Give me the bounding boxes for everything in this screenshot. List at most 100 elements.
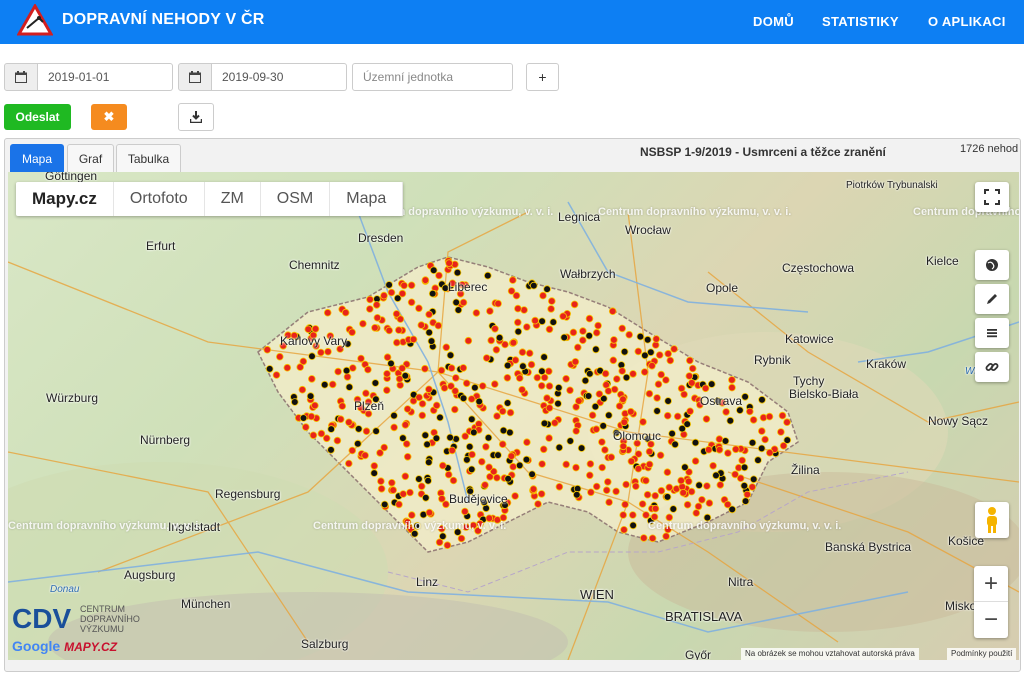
- accident-marker[interactable]: [685, 372, 694, 380]
- accident-marker[interactable]: [401, 372, 410, 380]
- accident-marker[interactable]: [571, 358, 580, 366]
- accident-marker[interactable]: [622, 480, 630, 489]
- accident-marker[interactable]: [482, 354, 491, 362]
- accident-marker[interactable]: [465, 442, 474, 451]
- accident-marker[interactable]: [486, 307, 494, 315]
- accident-marker[interactable]: [741, 497, 750, 505]
- accident-marker[interactable]: [538, 317, 546, 326]
- accident-marker[interactable]: [574, 397, 583, 405]
- accident-marker[interactable]: [454, 306, 463, 314]
- accident-marker[interactable]: [366, 295, 374, 304]
- accident-marker[interactable]: [652, 335, 661, 343]
- accident-marker[interactable]: [425, 508, 434, 517]
- accident-marker[interactable]: [298, 385, 307, 394]
- accident-marker[interactable]: [662, 532, 670, 541]
- accident-marker[interactable]: [390, 411, 398, 420]
- accident-marker[interactable]: [609, 356, 618, 365]
- accident-marker[interactable]: [639, 418, 647, 426]
- accident-marker[interactable]: [341, 308, 350, 317]
- accident-marker[interactable]: [545, 404, 554, 412]
- accident-marker[interactable]: [385, 281, 393, 289]
- accident-marker[interactable]: [380, 291, 388, 300]
- accident-marker[interactable]: [445, 259, 453, 267]
- accident-marker[interactable]: [495, 333, 504, 342]
- accident-marker[interactable]: [626, 407, 635, 416]
- accident-marker[interactable]: [634, 347, 643, 356]
- accident-marker[interactable]: [577, 444, 586, 452]
- accident-marker[interactable]: [618, 367, 626, 375]
- accident-marker[interactable]: [698, 495, 706, 504]
- accident-marker[interactable]: [687, 379, 696, 387]
- accident-marker[interactable]: [722, 408, 730, 416]
- accident-marker[interactable]: [656, 451, 665, 460]
- accident-marker[interactable]: [514, 304, 522, 313]
- accident-marker[interactable]: [415, 393, 423, 402]
- accident-marker[interactable]: [498, 440, 507, 449]
- accident-marker[interactable]: [327, 425, 336, 433]
- accident-marker[interactable]: [406, 488, 414, 497]
- accident-marker[interactable]: [390, 423, 398, 432]
- accident-marker[interactable]: [622, 373, 631, 382]
- accident-marker[interactable]: [608, 307, 617, 316]
- accident-marker[interactable]: [444, 470, 453, 479]
- accident-marker[interactable]: [503, 399, 512, 407]
- accident-marker[interactable]: [438, 494, 446, 503]
- accident-marker[interactable]: [299, 414, 308, 422]
- accident-marker[interactable]: [342, 366, 351, 375]
- accident-marker[interactable]: [317, 348, 325, 357]
- accident-marker[interactable]: [494, 299, 502, 308]
- accident-marker[interactable]: [554, 384, 563, 392]
- accident-marker[interactable]: [612, 375, 621, 383]
- accident-marker[interactable]: [511, 356, 520, 364]
- accident-marker[interactable]: [327, 446, 335, 454]
- accident-marker[interactable]: [399, 434, 407, 442]
- accident-marker[interactable]: [562, 460, 570, 469]
- accident-marker[interactable]: [671, 440, 679, 449]
- accident-marker[interactable]: [673, 412, 682, 421]
- accident-marker[interactable]: [663, 411, 672, 420]
- accident-marker[interactable]: [629, 521, 637, 530]
- accident-marker[interactable]: [585, 471, 594, 480]
- accident-marker[interactable]: [619, 511, 627, 519]
- accident-marker[interactable]: [636, 332, 645, 341]
- accident-marker[interactable]: [362, 427, 371, 436]
- accident-marker[interactable]: [684, 477, 693, 486]
- accident-marker[interactable]: [509, 462, 517, 471]
- accident-marker[interactable]: [681, 463, 689, 472]
- accident-marker[interactable]: [653, 394, 661, 402]
- accident-marker[interactable]: [307, 375, 316, 383]
- accident-marker[interactable]: [651, 504, 660, 513]
- accident-marker[interactable]: [507, 287, 516, 295]
- accident-marker[interactable]: [679, 488, 687, 497]
- accident-marker[interactable]: [525, 349, 534, 358]
- accident-marker[interactable]: [457, 534, 466, 543]
- accident-marker[interactable]: [537, 382, 546, 390]
- accident-marker[interactable]: [625, 330, 633, 339]
- accident-marker[interactable]: [572, 490, 581, 499]
- calendar-icon[interactable]: [4, 63, 38, 91]
- accident-marker[interactable]: [382, 386, 391, 395]
- accident-marker[interactable]: [393, 294, 402, 302]
- accident-marker[interactable]: [308, 352, 316, 361]
- accident-marker[interactable]: [418, 411, 427, 420]
- calendar-icon[interactable]: [178, 63, 212, 91]
- accident-marker[interactable]: [566, 437, 575, 445]
- accident-marker[interactable]: [343, 373, 352, 381]
- accident-marker[interactable]: [508, 276, 517, 284]
- accident-marker[interactable]: [570, 300, 579, 309]
- accident-marker[interactable]: [643, 335, 652, 344]
- accident-marker[interactable]: [447, 364, 456, 372]
- accident-marker[interactable]: [311, 401, 319, 410]
- accident-marker[interactable]: [677, 384, 686, 393]
- accident-marker[interactable]: [519, 362, 527, 371]
- accident-marker[interactable]: [594, 321, 602, 330]
- accident-marker[interactable]: [601, 446, 609, 454]
- accident-marker[interactable]: [301, 423, 310, 431]
- accident-marker[interactable]: [380, 500, 389, 509]
- accident-marker[interactable]: [587, 488, 595, 497]
- accident-marker[interactable]: [648, 534, 657, 543]
- accident-marker[interactable]: [475, 397, 484, 406]
- accident-marker[interactable]: [765, 412, 774, 421]
- accident-marker[interactable]: [666, 356, 675, 365]
- accident-marker[interactable]: [453, 268, 462, 277]
